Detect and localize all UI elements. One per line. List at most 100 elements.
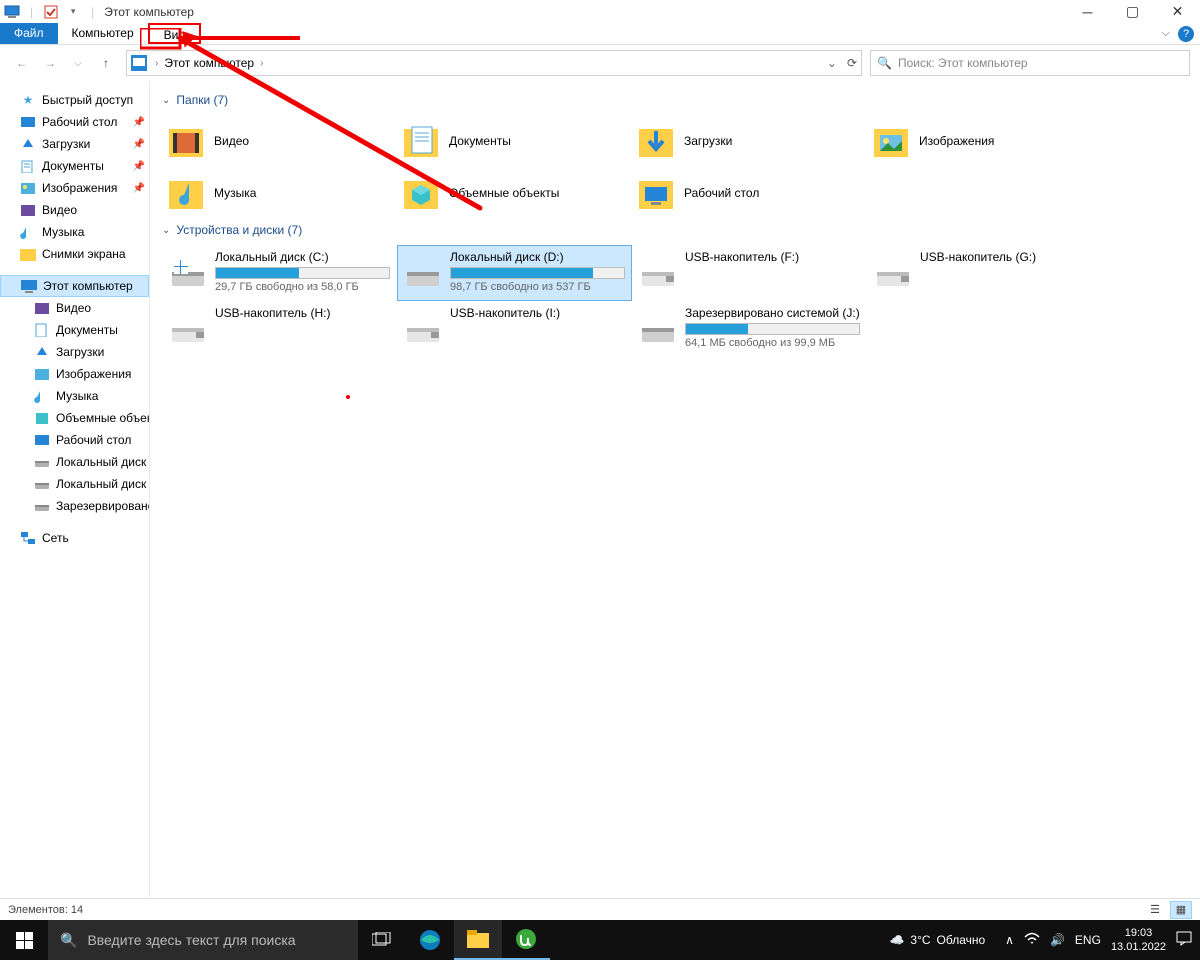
sep: |: [91, 5, 94, 19]
breadcrumb[interactable]: Этот компьютер: [160, 56, 258, 70]
sidebar-item[interactable]: Видео: [0, 297, 149, 319]
nav-bar: ← → ⌵ ↑ › Этот компьютер › ⌄ ⟳ 🔍 Поиск: …: [0, 45, 1200, 81]
start-button[interactable]: [0, 920, 48, 960]
tab-computer[interactable]: Компьютер: [58, 23, 148, 44]
collapse-icon[interactable]: ⌄: [162, 95, 170, 106]
sidebar-item[interactable]: Изображения📌: [0, 177, 149, 199]
sidebar-item[interactable]: Зарезервировано системой: [0, 495, 149, 517]
sidebar-item[interactable]: Музыка: [0, 221, 149, 243]
folder-icon: [636, 173, 676, 213]
search-box[interactable]: 🔍 Поиск: Этот компьютер: [870, 50, 1190, 76]
sidebar-item[interactable]: Видео: [0, 199, 149, 221]
folder-tile[interactable]: Музыка: [162, 167, 397, 219]
qat-properties-icon[interactable]: [43, 4, 59, 20]
sidebar-item[interactable]: Снимки экрана: [0, 243, 149, 265]
item-icon: [34, 476, 50, 492]
pc-icon: [21, 278, 37, 294]
taskbar-edge[interactable]: [406, 920, 454, 960]
folder-icon: [401, 121, 441, 161]
details-view-button[interactable]: ☰: [1144, 901, 1166, 919]
taskbar-search[interactable]: 🔍Введите здесь текст для поиска: [48, 920, 358, 960]
folder-tile[interactable]: Документы: [397, 115, 632, 167]
recent-dropdown[interactable]: ⌵: [66, 51, 90, 75]
address-dropdown-icon[interactable]: ⌄: [827, 56, 837, 70]
sidebar-item[interactable]: Объемные объекты: [0, 407, 149, 429]
tiles-view-button[interactable]: ▦: [1170, 901, 1192, 919]
sidebar-item[interactable]: Документы📌: [0, 155, 149, 177]
pin-icon: 📌: [133, 183, 145, 194]
sidebar-item[interactable]: Изображения: [0, 363, 149, 385]
sidebar-item[interactable]: Рабочий стол📌: [0, 111, 149, 133]
sidebar-network[interactable]: Сеть: [0, 527, 149, 549]
search-placeholder: Поиск: Этот компьютер: [898, 56, 1028, 70]
qat-chevron-icon[interactable]: ▾: [65, 4, 81, 20]
drive-icon: [639, 306, 677, 344]
item-icon: [34, 300, 50, 316]
maximize-button[interactable]: ▢: [1110, 1, 1155, 23]
forward-button[interactable]: →: [38, 51, 62, 75]
drive-tile[interactable]: USB-накопитель (G:): [867, 245, 1102, 301]
item-icon: [34, 432, 50, 448]
tray-chevron-icon[interactable]: ∧: [1005, 933, 1014, 947]
folder-icon: [20, 202, 36, 218]
task-view-button[interactable]: [358, 920, 406, 960]
refresh-button[interactable]: ⟳: [847, 56, 857, 70]
drive-tile[interactable]: USB-накопитель (I:): [397, 301, 632, 357]
folder-tile[interactable]: Видео: [162, 115, 397, 167]
taskbar-utorrent[interactable]: [502, 920, 550, 960]
tab-file[interactable]: Файл: [0, 23, 58, 44]
sidebar-item[interactable]: Локальный диск (D:): [0, 473, 149, 495]
collapse-icon[interactable]: ⌄: [162, 225, 170, 236]
back-button[interactable]: ←: [10, 51, 34, 75]
network-icon: [20, 530, 36, 546]
address-bar[interactable]: › Этот компьютер › ⌄ ⟳: [126, 50, 862, 76]
pin-icon: 📌: [133, 161, 145, 172]
folder-tile[interactable]: Изображения: [867, 115, 1102, 167]
folder-tile[interactable]: Рабочий стол: [632, 167, 867, 219]
sidebar-item[interactable]: Рабочий стол: [0, 429, 149, 451]
volume-icon[interactable]: 🔊: [1050, 933, 1065, 947]
folder-icon: [871, 121, 911, 161]
drive-tile[interactable]: Локальный диск (D:)98,7 ГБ свободно из 5…: [397, 245, 632, 301]
folder-tile[interactable]: Загрузки: [632, 115, 867, 167]
folder-icon: [166, 173, 206, 213]
group-drives[interactable]: ⌄ Устройства и диски (7): [162, 219, 1188, 245]
sidebar-item[interactable]: Загрузки: [0, 341, 149, 363]
folder-tile[interactable]: Объемные объекты: [397, 167, 632, 219]
pc-icon: [131, 55, 147, 71]
title-bar: | ▾ | Этот компьютер ─ ▢ ✕: [0, 0, 1200, 23]
group-folders[interactable]: ⌄ Папки (7): [162, 89, 1188, 115]
drive-tile[interactable]: USB-накопитель (F:): [632, 245, 867, 301]
drive-tile[interactable]: USB-накопитель (H:): [162, 301, 397, 357]
star-icon: ★: [20, 92, 36, 108]
lang-indicator[interactable]: ENG: [1075, 933, 1101, 947]
help-icon[interactable]: ?: [1178, 26, 1194, 42]
item-icon: [34, 498, 50, 514]
ribbon-expand-icon[interactable]: ⌵: [1162, 27, 1170, 40]
minimize-button[interactable]: ─: [1065, 1, 1110, 23]
wifi-icon[interactable]: [1024, 932, 1040, 949]
sidebar-item[interactable]: Загрузки📌: [0, 133, 149, 155]
close-button[interactable]: ✕: [1155, 1, 1200, 23]
tab-view[interactable]: Вид: [148, 23, 202, 44]
status-bar: Элементов: 14 ☰ ▦: [0, 898, 1200, 920]
taskbar-explorer[interactable]: [454, 920, 502, 960]
up-button[interactable]: ↑: [94, 51, 118, 75]
capacity-bar: [685, 323, 860, 335]
folder-icon: [401, 173, 441, 213]
taskbar-weather[interactable]: ☁️ 3°C Облачно: [879, 933, 995, 947]
pc-icon: [4, 4, 20, 20]
sidebar-this-pc[interactable]: Этот компьютер: [0, 275, 149, 297]
folder-icon: [166, 121, 206, 161]
chevron-icon[interactable]: ›: [258, 58, 265, 69]
sidebar-item[interactable]: Локальный диск (C:): [0, 451, 149, 473]
pin-icon: 📌: [133, 117, 145, 128]
taskbar-clock[interactable]: 19:03 13.01.2022: [1111, 926, 1166, 954]
sidebar-quick-access[interactable]: ★Быстрый доступ: [0, 89, 149, 111]
chevron-icon[interactable]: ›: [153, 58, 160, 69]
sidebar-item[interactable]: Музыка: [0, 385, 149, 407]
action-center-icon[interactable]: [1176, 931, 1192, 949]
sidebar-item[interactable]: Документы: [0, 319, 149, 341]
drive-tile[interactable]: Локальный диск (C:)29,7 ГБ свободно из 5…: [162, 245, 397, 301]
drive-tile[interactable]: Зарезервировано системой (J:)64,1 МБ сво…: [632, 301, 867, 357]
